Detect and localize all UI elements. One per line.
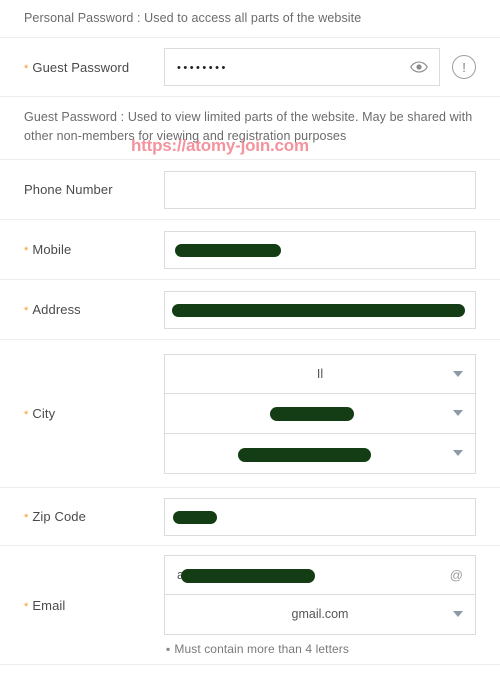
- address-control: [164, 281, 476, 339]
- guest-password-note-row: Guest Password : Used to view limited pa…: [0, 97, 500, 160]
- email-hint: ▪ Must contain more than 4 letters: [164, 635, 476, 656]
- email-local-redaction: [181, 568, 315, 583]
- phone-number-label-text: Phone Number: [24, 182, 113, 197]
- email-local-value: a: [177, 567, 184, 582]
- zip-code-row: * Zip Code: [0, 488, 500, 546]
- email-local-input[interactable]: a @: [164, 554, 476, 595]
- chevron-down-icon: [453, 450, 463, 456]
- personal-password-note-row: Personal Password : Used to access all p…: [0, 0, 500, 38]
- guest-password-control: ••••••••: [164, 38, 476, 96]
- mobile-row: * Mobile: [0, 220, 500, 280]
- required-asterisk: *: [24, 512, 29, 524]
- email-hint-text: Must contain more than 4 letters: [174, 641, 349, 656]
- phone-number-label: Phone Number: [24, 182, 164, 197]
- district-select[interactable]: [164, 433, 476, 474]
- required-asterisk: *: [24, 245, 29, 257]
- mobile-label: * Mobile: [24, 242, 164, 257]
- zip-code-label: * Zip Code: [24, 509, 164, 524]
- guest-password-input[interactable]: ••••••••: [164, 48, 440, 86]
- chevron-down-icon: [453, 410, 463, 416]
- guest-password-label: * Guest Password: [24, 60, 164, 75]
- city-row: * City Il: [0, 340, 500, 488]
- warning-glyph: !: [462, 59, 466, 75]
- guest-password-label-text: Guest Password: [32, 59, 130, 75]
- district-select-redaction: [238, 447, 371, 462]
- state-select-value: Il: [316, 366, 324, 381]
- email-label-text: Email: [32, 597, 66, 613]
- phone-number-row: Phone Number: [0, 160, 500, 220]
- guest-password-note: Guest Password : Used to view limited pa…: [24, 110, 473, 143]
- email-domain-value: gmail.com: [291, 607, 349, 621]
- state-select[interactable]: Il: [164, 353, 476, 394]
- required-asterisk: *: [24, 409, 29, 421]
- eye-icon[interactable]: [409, 57, 429, 77]
- chevron-down-icon: [453, 611, 463, 617]
- zip-code-input[interactable]: [164, 497, 476, 536]
- zip-code-control: [164, 488, 476, 546]
- phone-number-control: [164, 161, 476, 219]
- city-control: Il: [164, 341, 476, 487]
- city-select[interactable]: [164, 393, 476, 434]
- email-domain-select[interactable]: gmail.com: [164, 594, 476, 635]
- city-label: * City: [24, 406, 164, 421]
- mobile-redaction: [175, 243, 281, 257]
- address-input[interactable]: [164, 290, 476, 329]
- guest-password-row: * Guest Password •••••••• !: [0, 38, 500, 97]
- address-redaction: [172, 303, 465, 317]
- city-select-redaction: [270, 406, 354, 421]
- required-asterisk: *: [24, 600, 29, 613]
- zip-code-label-text: Zip Code: [32, 509, 86, 524]
- email-label: * Email: [24, 598, 164, 613]
- guest-password-value: ••••••••: [177, 61, 228, 74]
- address-row: * Address: [0, 280, 500, 340]
- hint-bullet-icon: ▪: [166, 641, 171, 656]
- address-label-text: Address: [32, 302, 81, 317]
- mobile-input[interactable]: [164, 230, 476, 269]
- chevron-down-icon: [453, 370, 463, 377]
- personal-password-note: Personal Password : Used to access all p…: [24, 11, 362, 25]
- email-control: a @ gmail.com ▪ Must contain more than 4 …: [164, 546, 476, 665]
- at-symbol-icon: @: [449, 567, 463, 582]
- zip-code-redaction: [173, 510, 217, 524]
- address-label: * Address: [24, 302, 164, 317]
- phone-number-input[interactable]: [164, 170, 476, 209]
- mobile-control: [164, 221, 476, 279]
- email-row: * Email a @ gmail.com ▪ Must contain more…: [0, 546, 500, 665]
- password-warning-icon[interactable]: !: [452, 55, 476, 79]
- registration-form: Personal Password : Used to access all p…: [0, 0, 500, 665]
- required-asterisk: *: [24, 305, 29, 317]
- city-label-text: City: [32, 406, 56, 421]
- mobile-label-text: Mobile: [32, 242, 72, 257]
- required-asterisk: *: [24, 62, 29, 75]
